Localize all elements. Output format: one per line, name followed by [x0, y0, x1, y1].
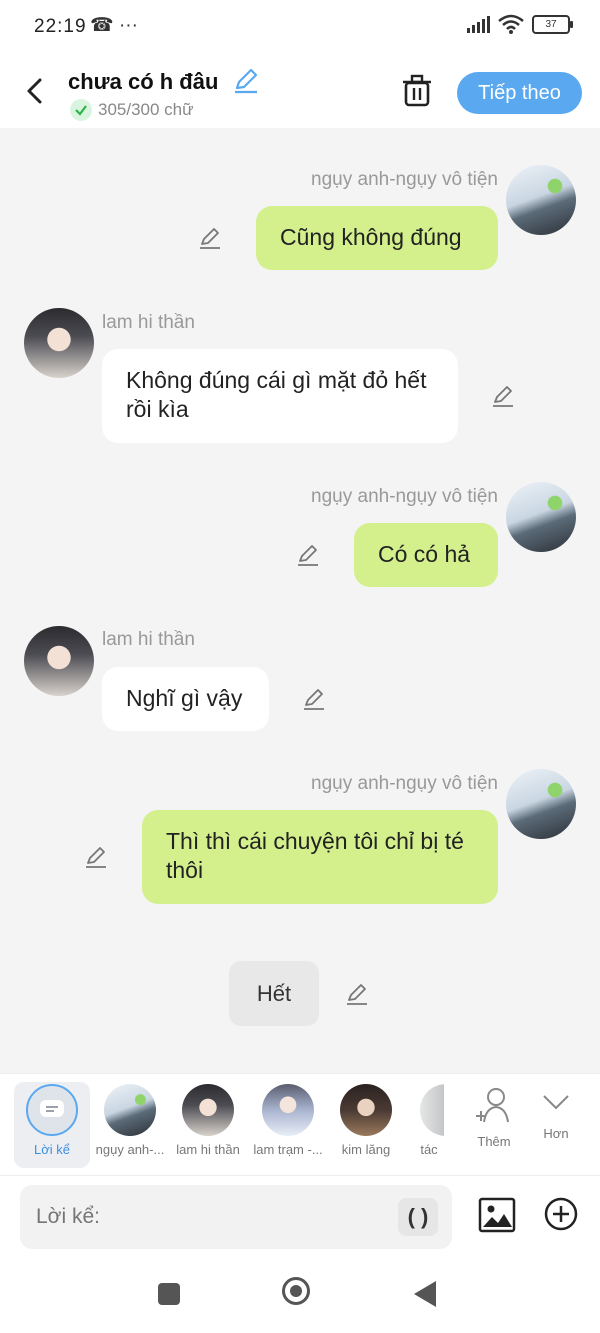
recents-icon[interactable]	[158, 1283, 180, 1305]
character-selector: Lời kể ngụy anh-... lam hi thần lam trạm…	[0, 1073, 600, 1176]
narration-input[interactable]	[20, 1185, 452, 1249]
back-icon[interactable]	[20, 75, 50, 107]
message-bubble[interactable]: Cũng không đúng	[256, 206, 498, 270]
home-icon[interactable]	[282, 1277, 310, 1305]
signal-icon	[467, 15, 490, 33]
editor-header: chưa có h đâu 305/300 chữ Tiếp theo	[0, 55, 600, 128]
word-count: 305/300 chữ	[70, 99, 194, 121]
more-characters-button[interactable]: Hơn	[518, 1082, 594, 1141]
narrator-icon	[26, 1084, 78, 1136]
add-icon[interactable]	[543, 1196, 579, 1232]
character-name: Lời kể	[34, 1142, 70, 1157]
sender-name: lam hi thần	[102, 629, 195, 650]
edit-message-icon[interactable]	[491, 384, 515, 408]
status-time: 22:19	[34, 16, 87, 37]
character-name: ngụy anh-...	[95, 1142, 165, 1157]
more-label: Hơn	[543, 1126, 569, 1141]
avatar	[262, 1084, 314, 1136]
avatar	[420, 1084, 444, 1136]
input-bar: ( )	[0, 1175, 600, 1260]
message-bubble[interactable]: Có có hả	[354, 523, 498, 587]
avatar	[182, 1084, 234, 1136]
avatar	[104, 1084, 156, 1136]
avatar	[340, 1084, 392, 1136]
avatar[interactable]	[506, 165, 576, 235]
character-lam-tram[interactable]: lam trạm -...	[250, 1082, 326, 1157]
edit-message-icon[interactable]	[302, 687, 326, 711]
character-name: tác	[420, 1142, 438, 1157]
avatar[interactable]	[506, 482, 576, 552]
call-status-icon: ☎ ···	[90, 15, 138, 36]
end-marker[interactable]: Hết	[229, 961, 319, 1026]
character-kim-lang[interactable]: kim lăng	[328, 1082, 404, 1157]
wifi-icon	[498, 14, 524, 34]
character-name: lam hi thần	[176, 1142, 240, 1157]
edit-end-icon[interactable]	[345, 982, 369, 1006]
word-count-label: 305/300 chữ	[98, 100, 194, 119]
next-button[interactable]: Tiếp theo	[457, 72, 582, 114]
story-title[interactable]: chưa có h đâu	[68, 69, 218, 95]
character-lam-hi-than[interactable]: lam hi thần	[170, 1082, 246, 1157]
sender-name: ngụy anh-ngụy vô tiện	[311, 169, 498, 190]
sender-name: lam hi thần	[102, 312, 195, 333]
battery-icon: 37	[532, 14, 573, 34]
status-right-icons: 37	[467, 14, 573, 34]
character-partial[interactable]: tác	[400, 1082, 444, 1157]
avatar[interactable]	[506, 769, 576, 839]
back-nav-icon[interactable]	[414, 1281, 436, 1307]
edit-message-icon[interactable]	[84, 845, 108, 869]
edit-message-icon[interactable]	[198, 226, 222, 250]
message-bubble[interactable]: Thì thì cái chuyện tôi chỉ bị té thôi	[142, 810, 498, 904]
avatar[interactable]	[24, 308, 94, 378]
character-name: kim lăng	[341, 1142, 391, 1157]
character-name: lam trạm -...	[253, 1142, 323, 1157]
edit-message-icon[interactable]	[296, 543, 320, 567]
character-ngụy-anh[interactable]: ngụy anh-...	[92, 1082, 168, 1157]
check-icon	[70, 99, 92, 121]
edit-title-icon[interactable]	[232, 67, 260, 95]
trash-icon[interactable]	[400, 73, 434, 109]
message-bubble[interactable]: Nghĩ gì vậy	[102, 667, 269, 731]
avatar[interactable]	[24, 626, 94, 696]
add-person-icon	[476, 1088, 509, 1123]
sender-name: ngụy anh-ngụy vô tiện	[311, 773, 498, 794]
parenthesis-button[interactable]: ( )	[398, 1198, 438, 1236]
system-navigation-bar	[0, 1259, 600, 1333]
character-narrator[interactable]: Lời kể	[14, 1082, 90, 1168]
message-bubble[interactable]: Không đúng cái gì mặt đỏ hết rồi kìa	[102, 349, 458, 443]
status-bar: 22:19 ☎ ··· 37	[0, 0, 600, 55]
image-icon[interactable]	[478, 1196, 516, 1234]
sender-name: ngụy anh-ngụy vô tiện	[311, 486, 498, 507]
chevron-down-icon	[543, 1095, 569, 1110]
